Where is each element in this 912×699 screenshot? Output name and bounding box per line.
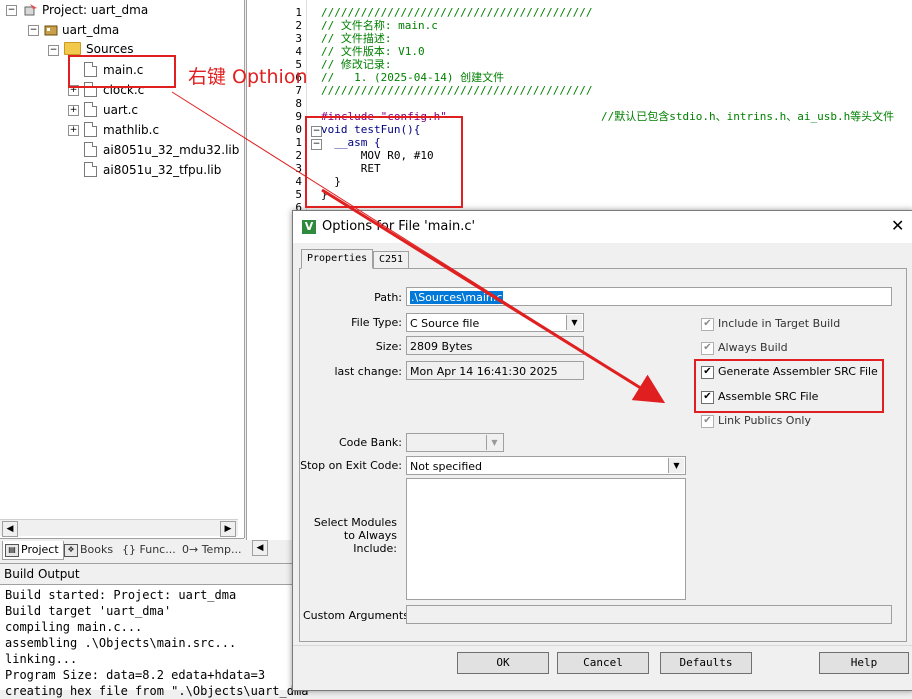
annotation-arrow-thick	[321, 188, 666, 404]
tab-properties[interactable]: Properties	[301, 249, 374, 269]
annotation-arrows	[171, 91, 666, 404]
